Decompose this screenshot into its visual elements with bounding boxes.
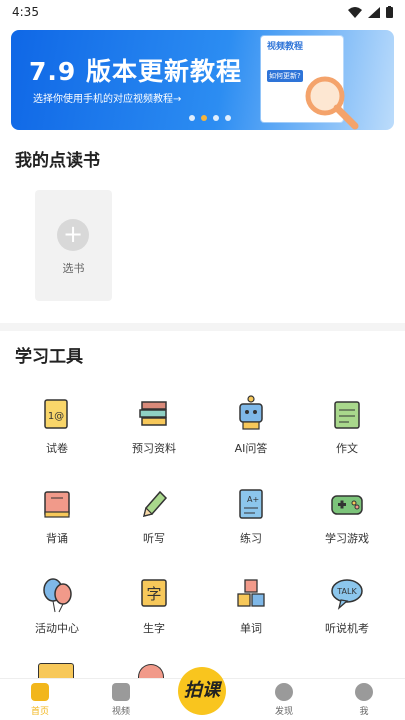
tool-practice[interactable]: A+ 练习 bbox=[206, 484, 296, 546]
add-book-button[interactable]: + 选书 bbox=[35, 190, 112, 301]
tab-discover[interactable]: 发现 bbox=[254, 683, 314, 717]
practice-sheet-icon: A+ bbox=[231, 484, 271, 524]
home-icon bbox=[31, 683, 49, 701]
pager-dot-active[interactable] bbox=[201, 115, 207, 121]
banner-card-tag: 如何更新? bbox=[267, 70, 303, 82]
add-book-label: 选书 bbox=[62, 262, 85, 275]
status-bar: 4:35 bbox=[0, 0, 405, 24]
svg-text:TALK: TALK bbox=[336, 587, 357, 596]
section-divider bbox=[0, 323, 405, 331]
tool-label: 练习 bbox=[240, 532, 262, 545]
tool-essay[interactable]: 作文 bbox=[302, 394, 392, 456]
gamepad-icon bbox=[327, 484, 367, 524]
svg-text:A+: A+ bbox=[247, 495, 259, 504]
tool-label: 活动中心 bbox=[35, 622, 79, 635]
tool-activity-center[interactable]: 活动中心 bbox=[12, 574, 102, 636]
tab-home-label: 首页 bbox=[30, 707, 49, 717]
tool-dictation[interactable]: 听写 bbox=[109, 484, 199, 546]
promo-banner[interactable]: 7.9 版本更新教程 选择你使用手机的对应视频教程→ 视频教程 如何更新? bbox=[11, 30, 394, 130]
tool-label: 作文 bbox=[336, 442, 358, 455]
pager-dot[interactable] bbox=[225, 115, 231, 121]
status-icons bbox=[348, 6, 393, 18]
tool-label: 生字 bbox=[143, 622, 165, 635]
tool-label: 听说机考 bbox=[325, 622, 369, 635]
tool-words[interactable]: 单词 bbox=[206, 574, 296, 636]
compass-icon bbox=[275, 683, 293, 701]
tools-title: 学习工具 bbox=[15, 347, 83, 367]
robot-icon bbox=[231, 394, 271, 434]
banner-pager[interactable] bbox=[189, 115, 231, 121]
talk-bubble-icon: TALK bbox=[327, 574, 367, 614]
tool-recite[interactable]: 背诵 bbox=[12, 484, 102, 546]
pencil-icon bbox=[134, 484, 174, 524]
pager-dot[interactable] bbox=[189, 115, 195, 121]
tab-me-label: 我 bbox=[359, 707, 369, 717]
profile-icon bbox=[355, 683, 373, 701]
tab-video[interactable]: 视频 bbox=[91, 683, 151, 717]
tab-discover-label: 发现 bbox=[274, 707, 293, 717]
tool-label: AI问答 bbox=[234, 442, 268, 455]
svg-text:字: 字 bbox=[146, 585, 161, 603]
character-card-icon: 字 bbox=[134, 574, 174, 614]
stacked-books-icon bbox=[134, 394, 174, 434]
tool-characters[interactable]: 字 生字 bbox=[109, 574, 199, 636]
magnifier-icon bbox=[305, 76, 359, 130]
tool-games[interactable]: 学习游戏 bbox=[302, 484, 392, 546]
svg-text:1@: 1@ bbox=[48, 411, 64, 422]
tool-speaking-test[interactable]: TALK 听说机考 bbox=[302, 574, 392, 636]
tool-label: 背诵 bbox=[46, 532, 68, 545]
my-books-title: 我的点读书 bbox=[15, 151, 100, 171]
banner-illustration-card: 视频教程 如何更新? bbox=[261, 36, 359, 130]
tab-video-label: 视频 bbox=[111, 707, 130, 717]
essay-icon bbox=[327, 394, 367, 434]
tool-label: 单词 bbox=[240, 622, 262, 635]
partial-tool-icon[interactable] bbox=[38, 663, 74, 678]
partial-tool-icon[interactable] bbox=[138, 664, 164, 678]
banner-title: 7.9 版本更新教程 bbox=[29, 57, 242, 86]
tool-exam[interactable]: 1@ 试卷 bbox=[12, 394, 102, 456]
banner-subtitle: 选择你使用手机的对应视频教程→ bbox=[33, 94, 182, 105]
tab-home[interactable]: 首页 bbox=[10, 683, 70, 717]
banner-card-title: 视频教程 bbox=[267, 42, 304, 52]
wifi-icon bbox=[348, 6, 362, 18]
tool-label: 听写 bbox=[143, 532, 165, 545]
video-icon bbox=[112, 683, 130, 701]
tool-label: 学习游戏 bbox=[325, 532, 369, 545]
tool-label: 试卷 bbox=[46, 442, 68, 455]
exam-paper-icon: 1@ bbox=[37, 394, 77, 434]
plus-icon: + bbox=[57, 219, 89, 251]
tool-label: 预习资料 bbox=[132, 442, 176, 455]
tab-me[interactable]: 我 bbox=[334, 683, 394, 717]
signal-icon bbox=[368, 6, 380, 18]
status-time: 4:35 bbox=[12, 5, 39, 19]
battery-icon bbox=[386, 6, 393, 18]
pager-dot[interactable] bbox=[213, 115, 219, 121]
tool-preview[interactable]: 预习资料 bbox=[109, 394, 199, 456]
capture-lesson-button[interactable]: 拍课 bbox=[178, 667, 226, 715]
tool-ai-qa[interactable]: AI问答 bbox=[206, 394, 296, 456]
recite-book-icon bbox=[37, 484, 77, 524]
balloon-icon bbox=[37, 574, 77, 614]
word-blocks-icon bbox=[231, 574, 271, 614]
